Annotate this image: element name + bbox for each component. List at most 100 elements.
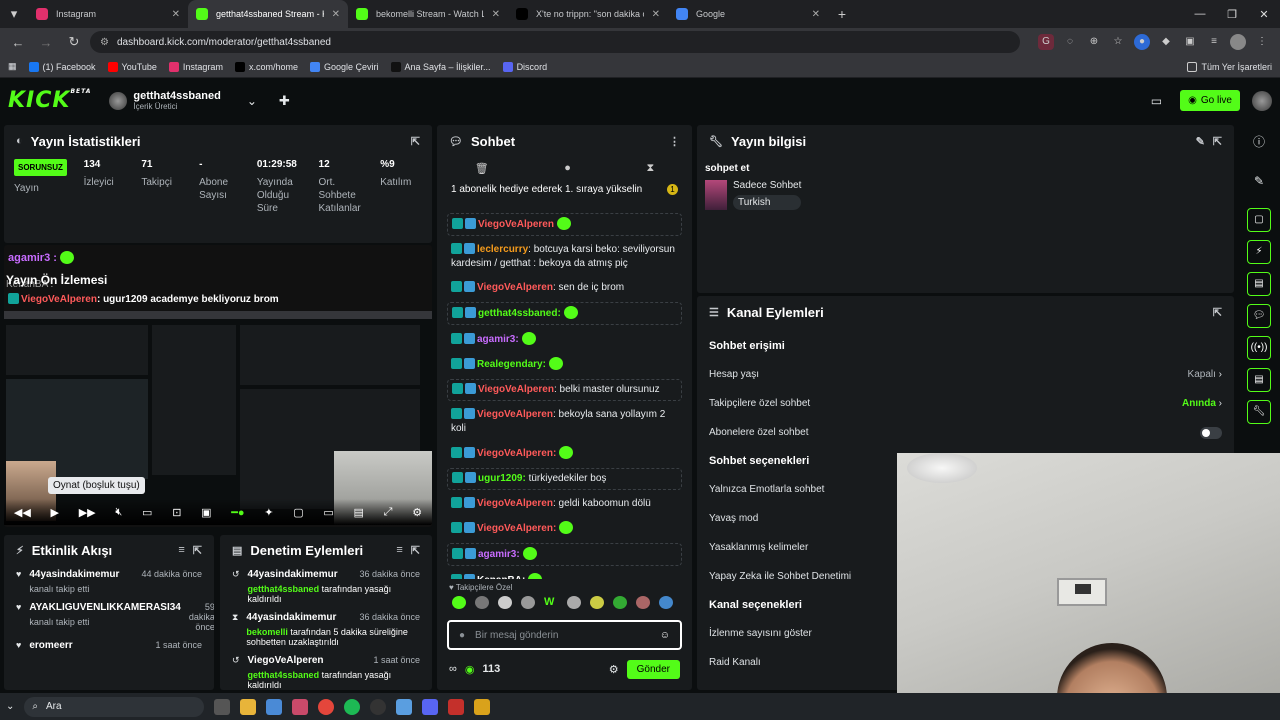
broadcast-toggle-icon[interactable]: ((•)) [1247,336,1271,360]
browser-tab[interactable]: Google ✕ [668,0,828,28]
users-icon[interactable]: ∞ [449,663,457,675]
channel-avatar[interactable] [109,91,128,110]
crop-icon[interactable]: ⊡ [172,506,181,519]
spotify-icon[interactable] [344,698,361,715]
popout-icon[interactable]: ⇱ [193,544,202,557]
effect-icon[interactable]: ✦ [264,506,273,519]
preview-toggle-icon[interactable]: ▢ [1247,208,1271,232]
url-input[interactable]: ⚙ dashboard.kick.com/moderator/getthat4s… [90,31,1020,53]
app-icon[interactable] [448,698,465,715]
bookmark-item[interactable]: Discord [502,61,547,72]
pip-icon[interactable]: ▣ [201,506,211,519]
kick-logo[interactable]: KICKBETA [8,88,91,113]
apps-icon[interactable]: ▦ [8,61,17,72]
screen-icon[interactable]: ▤ [354,506,364,519]
popout-icon[interactable]: ⇱ [1213,306,1222,319]
site-info-icon[interactable]: ⚙ [100,37,109,48]
chat-toggle-icon[interactable]: 💬︎ [1247,304,1271,328]
chat-username[interactable]: agamir3: [478,549,520,560]
notes-toggle-icon[interactable]: ▤ [1247,272,1271,296]
channel-switch-chevron-icon[interactable]: ⌄ [247,94,257,108]
settings-icon[interactable]: ⚙ [412,506,422,519]
emote-icon[interactable]: W [544,596,558,609]
emote-icon[interactable] [498,596,512,609]
emote-icon[interactable] [475,596,489,609]
chat-username[interactable]: leclercurry [477,244,528,255]
monitor-icon[interactable]: ▭ [1151,94,1162,108]
browser-tab[interactable]: bekomelli Stream - Watch Live ✕ [348,0,508,28]
theater-icon[interactable]: ▭ [323,506,333,519]
chat-username[interactable]: ViegoVeAlperen [478,219,554,230]
chat-message[interactable]: ViegoVeAlperen: bekoyla sana yollayım 2 … [447,405,682,439]
browser-tab[interactable]: getthat4ssbaned Stream - Kick ✕ [188,0,348,28]
fullscreen-icon[interactable]: ⤢ [384,506,393,519]
tab-close-icon[interactable]: ✕ [332,9,340,20]
browser-tab[interactable]: X'te no trippn: "son dakika obe ✕ [508,0,668,28]
chat-username[interactable]: Realegendary: [477,359,546,370]
popout-icon[interactable]: ⇱ [411,544,420,557]
chat-username[interactable]: ViegoVeAlperen [477,409,553,420]
discord-icon[interactable] [422,698,439,715]
bookmark-item[interactable]: Ana Sayfa – İlişkiler... [390,61,491,72]
chat-message[interactable]: ViegoVeAlperen: sen de iç brom [447,278,682,298]
tab-close-icon[interactable]: ✕ [492,9,500,20]
play-icon[interactable]: ▶ [51,506,59,519]
channel-setting-row[interactable]: Takipçilere özel sohbet Anında › [697,389,1234,418]
channel-setting-row[interactable]: Abonelere özel sohbet [697,418,1234,447]
mute-icon[interactable]: 🔇︎ [115,506,122,519]
pin-tool-icon[interactable]: ✚ [279,93,290,109]
activity-toggle-icon[interactable]: ⚡︎ [1247,240,1271,264]
tools-toggle-icon[interactable]: 🔧︎ [1247,400,1271,424]
progress-icon[interactable]: ━● [231,506,244,519]
browser-tab[interactable]: Instagram ✕ [28,0,188,28]
chat-username[interactable]: agamir3: [477,334,519,345]
emote-icon[interactable] [613,596,627,609]
back-icon[interactable]: ← [6,35,30,50]
taskbar-search-input[interactable]: ⌕ Ara [24,696,205,717]
chat-username[interactable]: ViegoVeAlperen [478,384,554,395]
explorer-icon[interactable] [240,698,257,715]
chat-message[interactable]: KenanBA: [447,570,682,579]
chat-message[interactable]: ViegoVeAlperen [447,213,682,236]
info-icon[interactable]: ⓘ [1238,133,1280,150]
popout-icon[interactable]: ⇱ [411,135,420,148]
forward-icon[interactable]: ▶▶ [79,506,96,519]
channel-setting-row[interactable]: Hesap yaşı Kapalı › [697,360,1234,389]
tab-close-icon[interactable]: ✕ [812,9,820,20]
reload-icon[interactable]: ↻ [62,34,86,50]
extension-icon[interactable]: ● [1134,34,1150,50]
app-icon[interactable] [266,698,283,715]
chrome-icon[interactable] [318,698,335,715]
chat-message[interactable]: ViegoVeAlperen: [447,443,682,464]
more-vert-icon[interactable]: ⋮ [1254,34,1270,50]
hourglass-icon[interactable]: ⧗ [646,162,654,175]
chat-message[interactable]: ViegoVeAlperen: belki master olursunuz [447,379,682,401]
rewind-icon[interactable]: ◀◀ [14,506,31,519]
emote-icon[interactable] [452,596,466,609]
puzzle-icon[interactable]: ▣ [1182,34,1198,50]
chat-message[interactable]: ugur1209: türkiyedekiler boş [447,468,682,490]
app-icon[interactable] [292,698,309,715]
chat-username[interactable]: ViegoVeAlperen: [477,448,556,459]
chat-message[interactable]: agamir3: [447,543,682,566]
filter-icon[interactable]: ≡ [396,544,402,556]
taskview-icon[interactable] [214,698,231,715]
filter-icon[interactable]: ≡ [178,544,184,556]
chat-bubble-icon[interactable]: ● [564,162,571,174]
new-tab-button[interactable]: + [828,6,856,22]
tab-close-icon[interactable]: ✕ [652,9,660,20]
chat-username[interactable]: ViegoVeAlperen: [477,523,556,534]
minimize-icon[interactable]: — [1184,8,1216,20]
chat-message[interactable]: Realegendary: [447,354,682,375]
toggle-switch[interactable] [1200,426,1222,439]
bookmark-item[interactable]: x.com/home [234,61,298,72]
chat-username[interactable]: KenanBA: [477,575,525,579]
pinned-banner[interactable]: 1 abonelik hediye ederek 1. sıraya yükse… [437,179,692,199]
clip-icon[interactable]: ▭ [142,506,152,519]
extension-icon[interactable]: G [1038,34,1054,50]
emote-icon[interactable] [659,596,673,609]
profile-icon[interactable] [1230,34,1246,50]
app-icon[interactable] [370,698,387,715]
chat-message[interactable]: getthat4ssbaned: [447,302,682,325]
emote-icon[interactable] [521,596,535,609]
